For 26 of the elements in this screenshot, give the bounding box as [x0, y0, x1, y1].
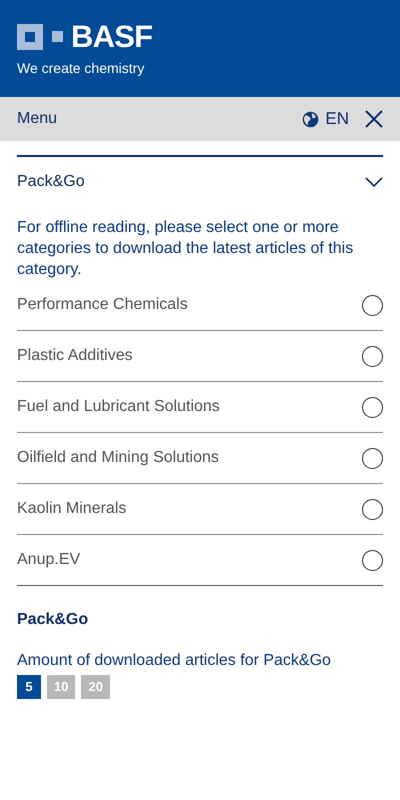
language-button[interactable]: EN [302, 106, 349, 132]
close-icon [365, 110, 383, 128]
settings-label: Amount of downloaded articles for Pack&Go [17, 651, 332, 671]
radio-button[interactable] [362, 294, 383, 316]
category-option[interactable]: Fuel and Lubricant Solutions [17, 382, 383, 433]
category-option[interactable]: Oilfield and Mining Solutions [17, 433, 383, 484]
globe-icon [302, 110, 320, 128]
settings-title: Pack&Go [17, 610, 90, 630]
radio-button[interactable] [362, 550, 383, 570]
accordion-header[interactable]: Pack&Go [17, 157, 383, 207]
logo-icon [17, 24, 65, 50]
radio-button[interactable] [362, 396, 383, 418]
tagline: We create chemistry [17, 59, 146, 78]
close-button[interactable] [365, 110, 383, 128]
chevron-icon [365, 177, 383, 187]
category-option[interactable]: Plastic Additives [17, 331, 383, 382]
radio-button[interactable] [362, 346, 383, 366]
description-text: For offline reading, please select one or more categories to download the latest articles of this category. [17, 218, 354, 280]
radio-button[interactable] [362, 448, 383, 468]
radio-button[interactable] [362, 498, 383, 520]
brand-name: BASF [71, 21, 152, 52]
category-option[interactable]: Anup.EV [17, 535, 383, 586]
category-option[interactable]: Kaolin Minerals [17, 484, 383, 535]
category-option[interactable]: Performance Chemicals [17, 280, 383, 331]
amount-option[interactable]: 5 [17, 675, 41, 699]
menu-title: Menu [17, 109, 58, 129]
